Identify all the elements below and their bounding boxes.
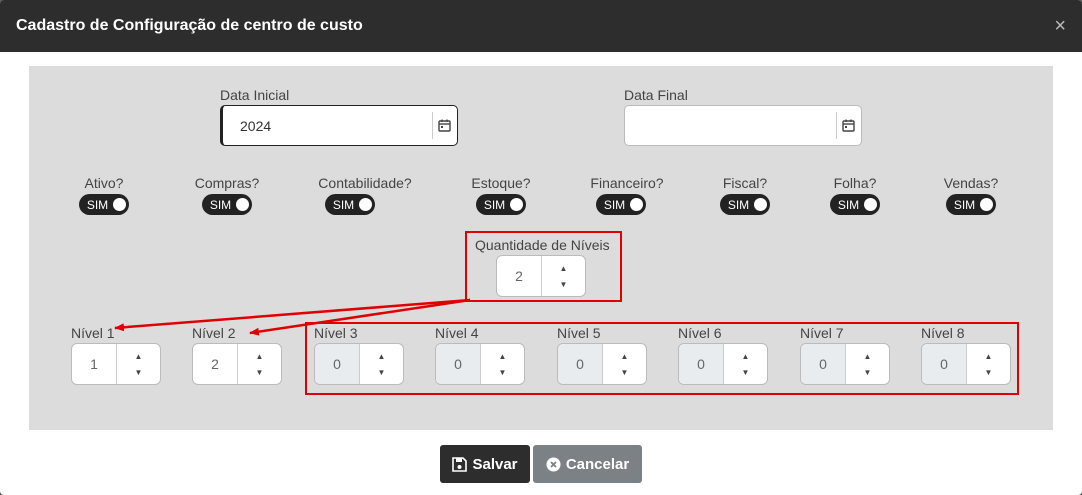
toggle-switch[interactable]: SIM <box>475 194 527 215</box>
level-label: Nível 2 <box>192 325 236 341</box>
arrow-up-icon[interactable]: ▲ <box>256 352 264 361</box>
date-initial-label: Data Inicial <box>220 87 290 103</box>
toggle-label: Compras? <box>194 175 260 191</box>
toggle-compras: Compras? SIM <box>185 175 269 215</box>
toggle-label: Vendas? <box>943 175 999 191</box>
floppy-disk-icon <box>452 456 468 472</box>
arrow-down-icon[interactable]: ▼ <box>135 368 143 377</box>
date-initial-value: 2024 <box>240 118 272 134</box>
stepper-value: 1 <box>72 344 117 384</box>
cancel-button[interactable]: Cancelar <box>533 445 642 483</box>
stepper-value: 2 <box>193 344 238 384</box>
cancel-circle-icon <box>546 457 561 471</box>
level-1-stepper[interactable]: 1 ▲ ▼ <box>71 343 161 385</box>
toggle-switch[interactable]: SIM <box>829 194 881 215</box>
date-final-field[interactable] <box>624 105 862 146</box>
toggle-ativo: Ativo? SIM <box>64 175 144 215</box>
toggle-label: Folha? <box>833 175 877 191</box>
toggle-fiscal: Fiscal? SIM <box>704 175 786 215</box>
calendar-icon[interactable] <box>842 119 855 132</box>
modal-title: Cadastro de Configuração de centro de cu… <box>16 17 363 34</box>
toggle-contabilidade: Contabilidade? SIM <box>310 175 420 215</box>
toggle-label: Ativo? <box>84 175 124 191</box>
arrow-up-icon[interactable]: ▲ <box>135 352 143 361</box>
save-label: Salvar <box>472 455 518 473</box>
toggle-label: Contabilidade? <box>318 175 412 191</box>
toggle-label: Financeiro? <box>590 175 664 191</box>
level-label: Nível 1 <box>71 325 115 341</box>
annotation-box <box>305 322 1019 395</box>
modal-header: Cadastro de Configuração de centro de cu… <box>0 0 1082 52</box>
toggle-switch[interactable]: SIM <box>78 194 130 215</box>
toggle-label: Estoque? <box>471 175 531 191</box>
toggle-switch[interactable]: SIM <box>324 194 376 215</box>
toggle-switch[interactable]: SIM <box>945 194 997 215</box>
toggle-estoque: Estoque? SIM <box>460 175 542 215</box>
modal-dialog: Cadastro de Configuração de centro de cu… <box>0 0 1082 495</box>
toggle-switch[interactable]: SIM <box>719 194 771 215</box>
toggle-folha: Folha? SIM <box>814 175 896 215</box>
date-initial-field[interactable]: 2024 <box>220 105 458 146</box>
close-icon[interactable]: × <box>1054 16 1066 36</box>
toggle-vendas: Vendas? SIM <box>930 175 1012 215</box>
level-2-stepper[interactable]: 2 ▲ ▼ <box>192 343 282 385</box>
cancel-label: Cancelar <box>565 455 630 473</box>
date-final-label: Data Final <box>624 87 688 103</box>
arrow-down-icon[interactable]: ▼ <box>256 368 264 377</box>
annotation-box <box>465 231 622 302</box>
toggle-switch[interactable]: SIM <box>595 194 647 215</box>
toggle-switch[interactable]: SIM <box>201 194 253 215</box>
toggle-financeiro: Financeiro? SIM <box>586 175 668 215</box>
toggle-label: Fiscal? <box>722 175 768 191</box>
calendar-icon[interactable] <box>438 119 451 132</box>
save-button[interactable]: Salvar <box>440 445 530 483</box>
